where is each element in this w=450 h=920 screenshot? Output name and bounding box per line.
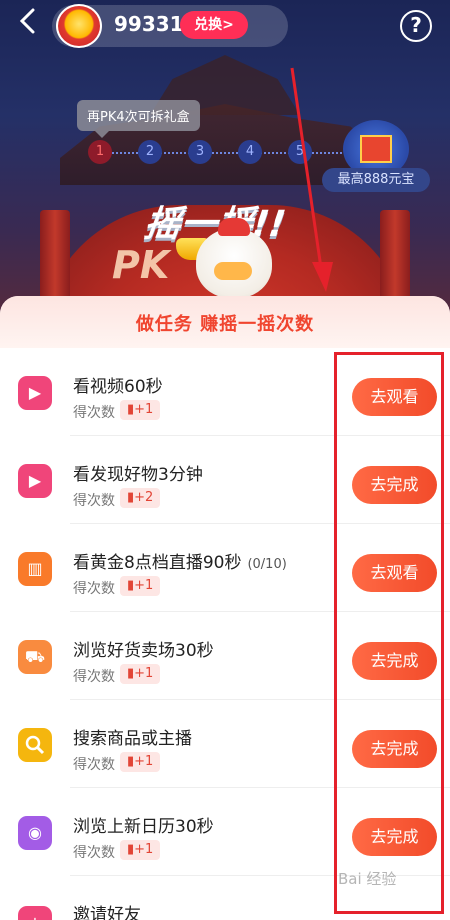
search-icon: [18, 728, 52, 762]
gift-icon: [360, 135, 392, 163]
step-4: 4: [238, 140, 262, 164]
task-reward-label: 得次数: [73, 757, 115, 773]
shake-banner: 再PK4次可拆礼盒 1 2 3 4 5 最高888元宝 摇一摇!! PK: [0, 0, 450, 330]
task-title: 浏览上新日历30秒: [73, 817, 214, 837]
task-action-button[interactable]: 去观看: [352, 554, 437, 592]
task-title: 看发现好物3分钟: [73, 465, 203, 485]
task-action-button[interactable]: 去观看: [352, 378, 437, 416]
task-action-button[interactable]: 去完成: [352, 818, 437, 856]
coin-balance: 99331: [114, 12, 184, 36]
task-row: ◉ 浏览上新日历30秒 得次数 ▮+1 去完成: [0, 788, 450, 876]
task-title: 看黄金8点档直播90秒 (0/10): [73, 553, 287, 573]
chevron-left-icon: [19, 8, 35, 34]
pk-tooltip: 再PK4次可拆礼盒: [77, 100, 200, 138]
task-title: 看视频60秒: [73, 377, 163, 397]
task-row: ▶ 看视频60秒 得次数 ▮+1 去观看: [0, 348, 450, 436]
sheet-title: 做任务 赚摇一摇次数: [135, 314, 315, 335]
reward-badge: ▮+1: [120, 664, 161, 684]
task-title: 搜索商品或主播: [73, 729, 192, 749]
watermark: Bai 经验: [338, 870, 397, 888]
cart-icon: ⛟: [18, 640, 52, 674]
task-action-button[interactable]: 去完成: [352, 730, 437, 768]
step-2: 2: [138, 140, 162, 164]
task-reward-label: 得次数: [73, 405, 115, 421]
reward-badge: ▮+1: [120, 840, 161, 860]
reward-badge: ▮+1: [120, 752, 161, 772]
video-icon: ▶: [18, 376, 52, 410]
task-reward-label: 得次数: [73, 845, 115, 861]
invite-icon: +: [18, 906, 52, 920]
task-reward-label: 得次数: [73, 669, 115, 685]
gift-caption: 最高888元宝: [322, 168, 430, 192]
task-reward-label: 得次数: [73, 493, 115, 509]
exchange-button[interactable]: 兑换>: [180, 11, 248, 39]
tv-icon: ▥: [18, 552, 52, 586]
step-1: 1: [88, 140, 112, 164]
sheet-header: 做任务 赚摇一摇次数: [0, 296, 450, 348]
step-3: 3: [188, 140, 212, 164]
help-button[interactable]: ?: [400, 10, 432, 42]
task-row: ▥ 看黄金8点档直播90秒 (0/10) 得次数 ▮+1 去观看: [0, 524, 450, 612]
back-button[interactable]: [10, 8, 46, 44]
pk-text: PK: [112, 243, 170, 287]
eye-icon: ◉: [18, 816, 52, 850]
task-action-button[interactable]: 去完成: [352, 466, 437, 504]
task-sheet: 做任务 赚摇一摇次数 ▶ 看视频60秒 得次数 ▮+1 去观看 ▶ 看发现好物3…: [0, 296, 450, 920]
video-icon: ▶: [18, 464, 52, 498]
mascot-beak: [214, 262, 252, 280]
task-title: 邀请好友: [73, 905, 141, 920]
task-reward-label: 得次数: [73, 581, 115, 597]
gold-ingot-icon: [56, 4, 102, 48]
reward-badge: ▮+1: [120, 400, 161, 420]
task-title: 浏览好货卖场30秒: [73, 641, 214, 661]
task-row: 搜索商品或主播 得次数 ▮+1 去完成: [0, 700, 450, 788]
reward-badge: ▮+2: [120, 488, 161, 508]
mascot-hat: [218, 218, 250, 236]
task-row: ⛟ 浏览好货卖场30秒 得次数 ▮+1 去完成: [0, 612, 450, 700]
task-action-button[interactable]: 去完成: [352, 642, 437, 680]
reward-badge: ▮+1: [120, 576, 161, 596]
task-row: ▶ 看发现好物3分钟 得次数 ▮+2 去完成: [0, 436, 450, 524]
step-5: 5: [288, 140, 312, 164]
